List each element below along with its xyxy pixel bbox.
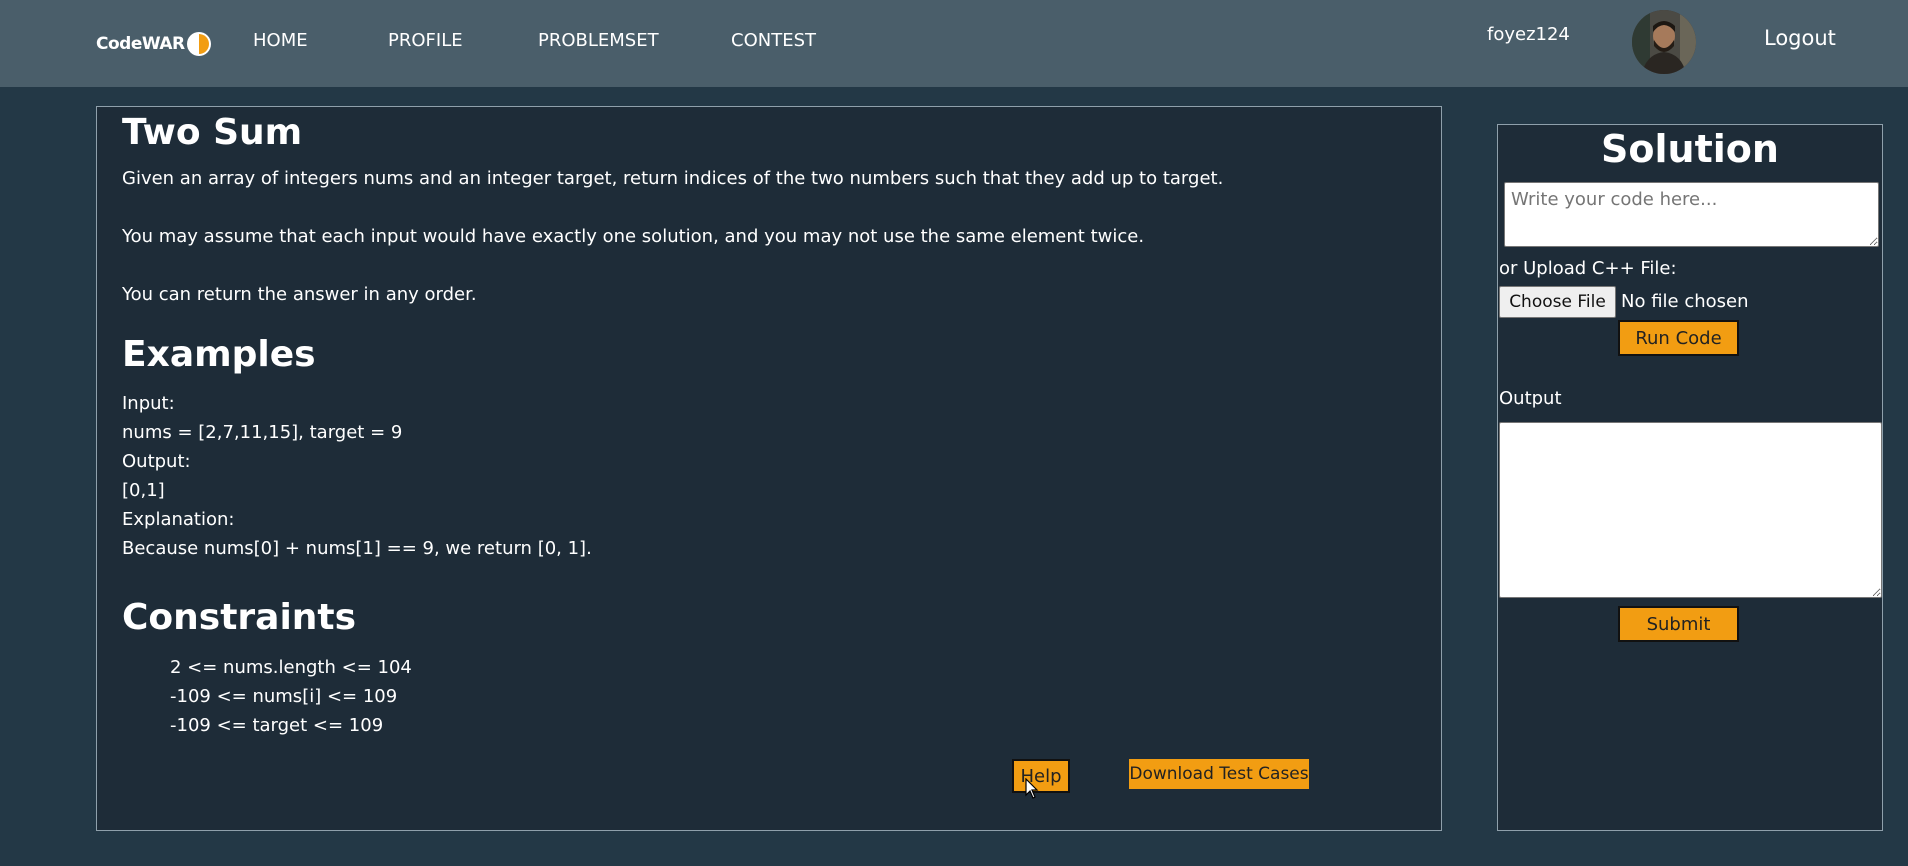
output-label: Output (1499, 388, 1562, 409)
output-textarea[interactable] (1499, 422, 1882, 598)
problem-description-1: Given an array of integers nums and an i… (122, 168, 1224, 189)
problem-title: Two Sum (122, 112, 303, 153)
site-logo[interactable]: CodeWAR (96, 28, 212, 60)
example-output-value: [0,1] (122, 480, 165, 501)
logout-link[interactable]: Logout (1764, 26, 1836, 50)
user-avatar-icon (1632, 10, 1696, 74)
example-explanation-label: Explanation: (122, 509, 235, 530)
solution-title: Solution (1601, 127, 1779, 171)
solution-panel: Solution or Upload C++ File: Choose File… (1497, 124, 1883, 831)
download-test-cases-button[interactable]: Download Test Cases (1129, 759, 1309, 789)
code-editor-input[interactable] (1504, 182, 1879, 247)
nav-profile[interactable]: PROFILE (388, 30, 463, 51)
choose-file-button[interactable]: Choose File (1499, 286, 1616, 318)
avatar[interactable] (1632, 10, 1696, 74)
upload-label: or Upload C++ File: (1499, 258, 1677, 279)
constraint-item: -109 <= nums[i] <= 109 (170, 686, 398, 707)
file-status-text: No file chosen (1621, 291, 1749, 312)
submit-button[interactable]: Submit (1618, 606, 1739, 642)
nav-home[interactable]: HOME (253, 30, 308, 51)
help-button[interactable]: Help (1012, 759, 1070, 793)
example-output-label: Output: (122, 451, 191, 472)
constraint-item: -109 <= target <= 109 (170, 715, 384, 736)
problem-description-2: You may assume that each input would hav… (122, 226, 1145, 247)
logo-mark-icon (186, 32, 211, 56)
username: foyez124 (1487, 24, 1570, 45)
nav-problemset[interactable]: PROBLEMSET (538, 30, 659, 51)
constraints-heading: Constraints (122, 597, 357, 638)
problem-panel: Two Sum Given an array of integers nums … (96, 106, 1442, 831)
example-input-value: nums = [2,7,11,15], target = 9 (122, 422, 403, 443)
example-input-label: Input: (122, 393, 175, 414)
example-explanation-value: Because nums[0] + nums[1] == 9, we retur… (122, 538, 592, 559)
top-navbar: CodeWAR HOME PROFILE PROBLEMSET CONTEST … (0, 0, 1908, 87)
problem-description-3: You can return the answer in any order. (122, 284, 477, 305)
logo-text: CodeWAR (96, 34, 185, 54)
run-code-button[interactable]: Run Code (1618, 320, 1739, 356)
nav-contest[interactable]: CONTEST (731, 30, 816, 51)
constraint-item: 2 <= nums.length <= 104 (170, 657, 412, 678)
mouse-cursor-icon (1025, 778, 1039, 799)
examples-heading: Examples (122, 334, 316, 375)
